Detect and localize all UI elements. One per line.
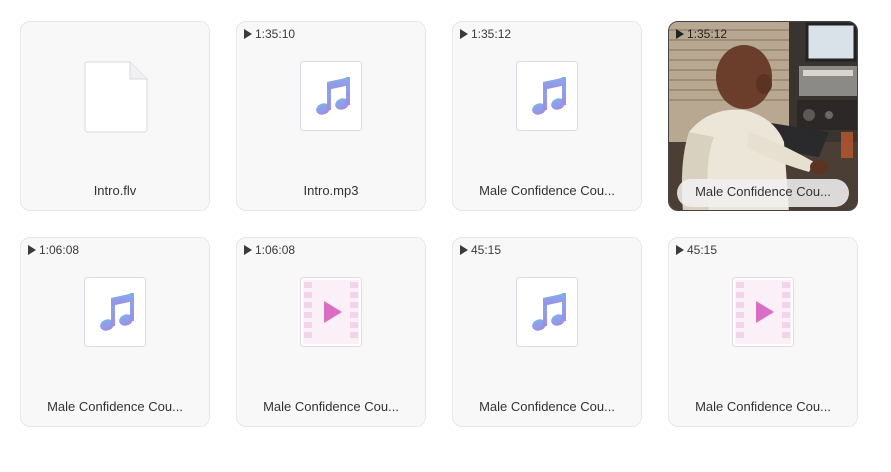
play-icon	[460, 29, 468, 39]
play-icon	[676, 245, 684, 255]
duration-text: 45:15	[471, 243, 502, 257]
duration-badge: 1:35:10	[244, 27, 295, 41]
file-card[interactable]: 45:15 Male Confidence Cou...	[452, 237, 642, 427]
play-icon	[28, 245, 36, 255]
play-icon	[676, 29, 684, 39]
video-film-icon	[303, 280, 359, 344]
file-name: Male Confidence Cou...	[695, 399, 831, 414]
file-card[interactable]: 1:35:10 Intro.mp3	[236, 21, 426, 211]
file-name: Male Confidence Cou...	[263, 399, 399, 414]
file-name: Male Confidence Cou...	[479, 183, 615, 198]
file-name: Male Confidence Cou...	[47, 399, 183, 414]
audio-file-icon	[84, 277, 146, 347]
play-icon	[244, 29, 252, 39]
duration-badge: 1:06:08	[28, 243, 79, 257]
file-name: Intro.mp3	[303, 183, 359, 198]
file-name: Intro.flv	[93, 183, 137, 198]
file-name: Male Confidence Cou...	[695, 184, 831, 199]
video-file-icon	[300, 277, 362, 347]
audio-file-icon	[516, 277, 578, 347]
duration-text: 1:35:12	[471, 27, 512, 41]
file-grid: Intro.flv 1:35:10 Intro.mp3 1:35:12 Male…	[0, 0, 891, 472]
duration-text: 45:15	[687, 243, 718, 257]
music-note-icon	[316, 77, 350, 115]
music-note-icon	[100, 293, 134, 331]
video-file-icon	[732, 277, 794, 347]
duration-text: 1:06:08	[255, 243, 296, 257]
file-card[interactable]: Intro.flv	[20, 21, 210, 211]
duration-text: 1:06:08	[39, 243, 80, 257]
duration-text: 1:35:10	[255, 27, 296, 41]
audio-file-icon	[300, 61, 362, 131]
blank-file-icon	[84, 61, 148, 133]
music-note-icon	[532, 77, 566, 115]
file-card[interactable]: 1:35:12 Male Confidence Cou...	[668, 21, 858, 211]
duration-badge: 1:06:08	[244, 243, 295, 257]
file-card[interactable]: 1:35:12 Male Confidence Cou...	[452, 21, 642, 211]
file-name: Male Confidence Cou...	[479, 399, 615, 414]
file-card[interactable]: 45:15 Male Confidence Cou...	[668, 237, 858, 427]
audio-file-icon	[516, 61, 578, 131]
duration-badge: 45:15	[676, 243, 717, 257]
music-note-icon	[532, 293, 566, 331]
file-card[interactable]: 1:06:08 Male Confidence Cou...	[20, 237, 210, 427]
play-icon	[460, 245, 468, 255]
duration-badge: 1:35:12	[460, 27, 511, 41]
video-film-icon	[735, 280, 791, 344]
duration-text: 1:35:12	[687, 27, 728, 41]
play-icon	[244, 245, 252, 255]
duration-badge: 1:35:12	[676, 27, 727, 41]
file-card[interactable]: 1:06:08 Male Confidence Cou...	[236, 237, 426, 427]
duration-badge: 45:15	[460, 243, 501, 257]
